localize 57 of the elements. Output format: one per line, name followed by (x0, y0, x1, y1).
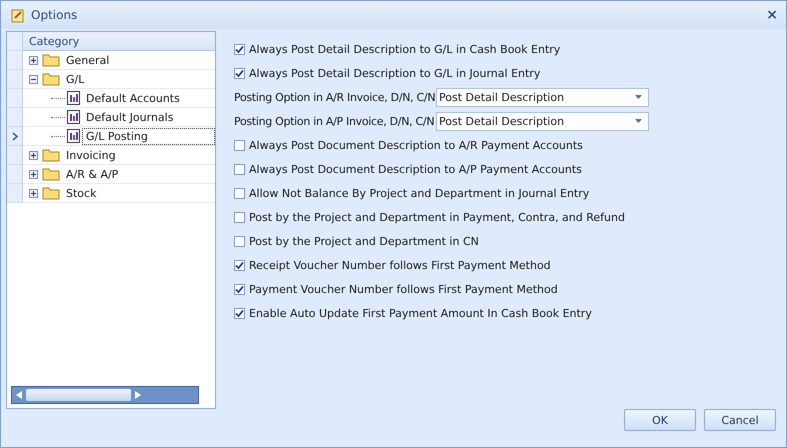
tree-item[interactable]: Stock (62, 184, 100, 202)
scroll-right-icon[interactable] (135, 391, 141, 399)
checkbox-label: Always Post Detail Description to G/L in Cash Book Entry (249, 42, 560, 56)
checkbox[interactable] (234, 236, 245, 246)
dropdown-caret-icon (635, 119, 642, 123)
dropdown-caret-icon (635, 95, 642, 99)
checkbox[interactable] (234, 188, 245, 198)
tree-item[interactable]: General (62, 52, 114, 68)
checkbox[interactable] (234, 260, 245, 270)
expand-icon[interactable] (29, 150, 38, 160)
horizontal-scrollbar[interactable] (11, 386, 199, 404)
report-icon (67, 129, 80, 143)
dropdown-field[interactable]: Post Detail Description (436, 88, 649, 106)
folder-icon (42, 167, 60, 181)
checkbox-label: Post by the Project and Department in CN (249, 234, 479, 248)
folder-icon (42, 72, 60, 86)
checkbox[interactable] (234, 164, 245, 174)
collapse-icon[interactable] (29, 74, 38, 84)
row-header-cell (7, 32, 23, 51)
column-header: Category (23, 32, 215, 51)
dropdown-field[interactable]: Post Detail Description (436, 112, 649, 130)
checkbox[interactable] (234, 284, 245, 294)
checkbox[interactable] (234, 44, 245, 54)
checkbox-label: Post by the Project and Department in Payment, Contra, and Refund (249, 210, 625, 224)
checkbox-label: Receipt Voucher Number follows First Payment Method (249, 258, 551, 272)
cancel-button[interactable]: Cancel (704, 409, 776, 431)
report-icon (67, 110, 80, 124)
tree-item[interactable]: G/L (62, 70, 88, 88)
window-title: Options (31, 8, 78, 22)
tree-item[interactable]: Default Journals (82, 108, 178, 126)
checkbox[interactable] (234, 212, 245, 222)
field-label: Posting Option in A/R Invoice, D/N, C/N (234, 90, 432, 104)
checkbox-label: Payment Voucher Number follows First Payment Method (249, 282, 558, 296)
ok-button[interactable]: OK (624, 409, 696, 431)
tree-item[interactable]: G/L Posting (82, 128, 215, 144)
expand-icon[interactable] (29, 170, 38, 178)
folder-icon (42, 148, 60, 162)
report-icon (67, 91, 80, 105)
tree-item[interactable]: A/R & A/P (62, 166, 122, 182)
checkbox[interactable] (234, 68, 245, 78)
checkbox-label: Always Post Document Description to A/R Payment Accounts (249, 138, 583, 152)
folder-icon (42, 53, 60, 67)
field-label: Posting Option in A/P Invoice, D/N, C/N (234, 114, 432, 128)
checkbox-label: Enable Auto Update First Payment Amount In Cash Book Entry (249, 306, 592, 320)
tree-item[interactable]: Invoicing (62, 146, 120, 164)
expand-icon[interactable] (29, 56, 38, 64)
checkbox[interactable] (234, 308, 245, 318)
document-icon (11, 8, 25, 22)
tree-item[interactable]: Default Accounts (82, 90, 184, 106)
checkbox[interactable] (234, 140, 245, 150)
folder-icon (42, 186, 60, 200)
scroll-left-icon[interactable] (16, 391, 22, 399)
expand-icon[interactable] (29, 188, 38, 198)
checkbox-label: Always Post Document Description to A/P Payment Accounts (249, 162, 582, 176)
checkbox-label: Allow Not Balance By Project and Department in Journal Entry (249, 186, 590, 200)
close-button[interactable]: × (766, 7, 778, 23)
checkbox-label: Always Post Detail Description to G/L in Journal Entry (249, 66, 540, 80)
